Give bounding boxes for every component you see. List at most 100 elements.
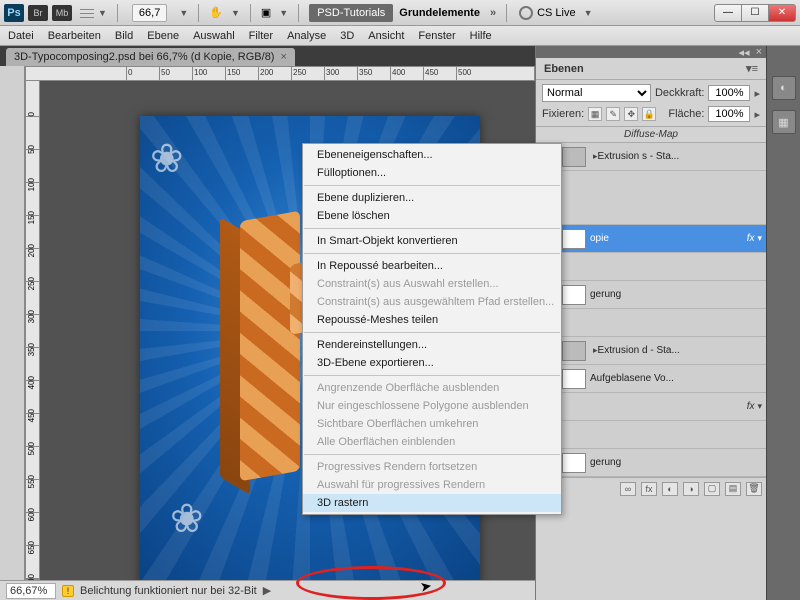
menu-fenster[interactable]: Fenster — [418, 30, 455, 42]
new-layer-icon[interactable]: ▤ — [725, 482, 741, 496]
fx-icon[interactable]: fx — [641, 482, 657, 496]
lock-icons: ▦ ✎ ✥ 🔒 — [588, 107, 657, 121]
context-menu-item[interactable]: Ebene duplizieren... — [303, 189, 561, 207]
layer-thumbnail[interactable] — [562, 285, 586, 305]
maximize-button[interactable]: ☐ — [741, 4, 769, 22]
blend-mode-select[interactable]: Normal — [542, 84, 651, 102]
opacity-field[interactable]: 100% — [708, 85, 750, 101]
layer-name: gerung — [590, 457, 762, 468]
trash-icon[interactable]: 🗑 — [746, 482, 762, 496]
close-button[interactable]: ✕ — [768, 4, 796, 22]
layer-row[interactable]: 👁▸Extrusion d - Sta... — [536, 337, 766, 365]
chevron-right-icon[interactable]: ▶ — [263, 584, 271, 597]
layer-thumbnail[interactable] — [562, 453, 586, 473]
status-message: Belichtung funktioniert nur bei 32-Bit — [80, 585, 257, 597]
context-menu-item[interactable]: Ebene löschen — [303, 207, 561, 225]
menu-auswahl[interactable]: Auswahl — [193, 30, 235, 42]
context-menu-item[interactable]: 3D-Ebene exportieren... — [303, 354, 561, 372]
context-menu-item[interactable]: In Smart-Objekt konvertieren — [303, 232, 561, 250]
separator — [506, 4, 507, 22]
close-tab-icon[interactable]: × — [280, 51, 286, 63]
layer-thumbnail[interactable] — [562, 369, 586, 389]
dropdown-icon[interactable]: ▼ — [98, 8, 107, 18]
layer-list[interactable]: 👁▸Extrusion s - Sta...👁👁opiefx▾👁👁gerung👁… — [536, 143, 766, 477]
layer-thumbnail[interactable] — [562, 147, 586, 167]
layer-row[interactable]: 👁 — [536, 171, 766, 225]
workspace-button[interactable]: PSD-Tutorials — [309, 4, 393, 22]
zoom-field[interactable]: 66,7 — [132, 4, 167, 22]
menu-bild[interactable]: Bild — [115, 30, 133, 42]
menu-ansicht[interactable]: Ansicht — [368, 30, 404, 42]
swatches-icon[interactable]: ▦ — [772, 110, 796, 134]
chevron-right-icon[interactable]: ▸ — [754, 108, 760, 121]
bridge-icon[interactable]: Br — [28, 5, 48, 21]
minibridge-icon[interactable]: Mb — [52, 5, 72, 21]
layer-row[interactable]: 👁opiefx▾ — [536, 225, 766, 253]
layer-row[interactable]: 👁Aufgeblasene Vo... — [536, 365, 766, 393]
lock-pixels-icon[interactable]: ✎ — [606, 107, 620, 121]
chevron-right-icon[interactable]: » — [490, 7, 496, 19]
lock-all-icon[interactable]: 🔒 — [642, 107, 656, 121]
chevron-down-icon[interactable]: ▾ — [757, 233, 762, 244]
layer-thumbnail[interactable] — [562, 229, 586, 249]
arrange-icon[interactable] — [80, 6, 94, 20]
context-menu-item[interactable]: In Repoussé bearbeiten... — [303, 257, 561, 275]
context-menu-item[interactable]: 3D rastern — [303, 494, 561, 512]
context-menu-item: Nur eingeschlossene Polygone ausblenden — [303, 397, 561, 415]
menu-bearbeiten[interactable]: Bearbeiten — [48, 30, 101, 42]
layer-row[interactable]: 👁gerung — [536, 449, 766, 477]
cslive-label: CS Live — [537, 7, 576, 19]
layer-row[interactable]: 👁 — [536, 421, 766, 449]
link-layers-icon[interactable]: ∞ — [620, 482, 636, 496]
group-icon[interactable]: ▢ — [704, 482, 720, 496]
fill-field[interactable]: 100% — [708, 106, 750, 122]
layer-name: Extrusion d - Sta... — [598, 345, 762, 356]
adjustment-icon[interactable]: ◑ — [683, 482, 699, 496]
panel-menu-icon[interactable]: ▾≡ — [746, 62, 758, 75]
mask-icon[interactable]: ◐ — [662, 482, 678, 496]
decorative-swirl: ❀ — [150, 136, 184, 182]
layer-row[interactable]: 👁fx▾ — [536, 393, 766, 421]
ruler-vertical[interactable]: 0501001502002503003504004505005506006507… — [25, 81, 40, 580]
dropdown-icon[interactable]: ▼ — [231, 8, 240, 18]
layer-row[interactable]: 👁 — [536, 309, 766, 337]
context-menu-item[interactable]: Rendereinstellungen... — [303, 336, 561, 354]
group-header: Diffuse-Map — [536, 127, 766, 143]
document-tab[interactable]: 3D-Typocomposing2.psd bei 66,7% (d Kopie… — [6, 48, 295, 66]
minimize-button[interactable]: — — [714, 4, 742, 22]
context-menu-item[interactable]: Fülloptionen... — [303, 164, 561, 182]
workspace-label[interactable]: Grundelemente — [399, 7, 480, 19]
menu-datei[interactable]: Datei — [8, 30, 34, 42]
dropdown-icon[interactable]: ▼ — [179, 8, 188, 18]
cslive-button[interactable]: CS Live ▼ — [519, 6, 596, 20]
collapse-icon[interactable]: ◂◂ — [739, 46, 750, 59]
dropdown-icon[interactable]: ▼ — [279, 8, 288, 18]
adjustments-icon[interactable]: ◐ — [772, 76, 796, 100]
chevron-down-icon[interactable]: ▾ — [757, 401, 762, 412]
layer-row[interactable]: 👁gerung — [536, 281, 766, 309]
context-menu-item[interactable]: Ebeneneigenschaften... — [303, 146, 561, 164]
close-panel-icon[interactable]: × — [756, 46, 762, 58]
view-extras-icon[interactable]: ▣ — [261, 6, 271, 19]
left-toolbar[interactable] — [0, 66, 25, 580]
status-zoom-field[interactable]: 66,67% — [6, 583, 56, 599]
layer-row[interactable]: 👁▸Extrusion s - Sta... — [536, 143, 766, 171]
main-menubar: Datei Bearbeiten Bild Ebene Auswahl Filt… — [0, 26, 800, 46]
ruler-horizontal[interactable]: 050100150200250300350400450500 — [25, 66, 535, 81]
lock-position-icon[interactable]: ✥ — [624, 107, 638, 121]
chevron-right-icon[interactable]: ▸ — [754, 87, 760, 100]
menu-hilfe[interactable]: Hilfe — [470, 30, 492, 42]
context-menu-item[interactable]: Repoussé-Meshes teilen — [303, 311, 561, 329]
photoshop-icon[interactable]: Ps — [4, 4, 24, 22]
menu-analyse[interactable]: Analyse — [287, 30, 326, 42]
panel-tab-ebenen[interactable]: Ebenen ▾≡ — [536, 58, 766, 80]
cslive-icon — [519, 6, 533, 20]
hand-icon[interactable]: ✋ — [209, 6, 223, 19]
layer-thumbnail[interactable] — [562, 341, 586, 361]
context-menu-item: Angrenzende Oberfläche ausblenden — [303, 379, 561, 397]
menu-3d[interactable]: 3D — [340, 30, 354, 42]
menu-filter[interactable]: Filter — [249, 30, 273, 42]
layer-row[interactable]: 👁 — [536, 253, 766, 281]
lock-transparency-icon[interactable]: ▦ — [588, 107, 602, 121]
menu-ebene[interactable]: Ebene — [147, 30, 179, 42]
